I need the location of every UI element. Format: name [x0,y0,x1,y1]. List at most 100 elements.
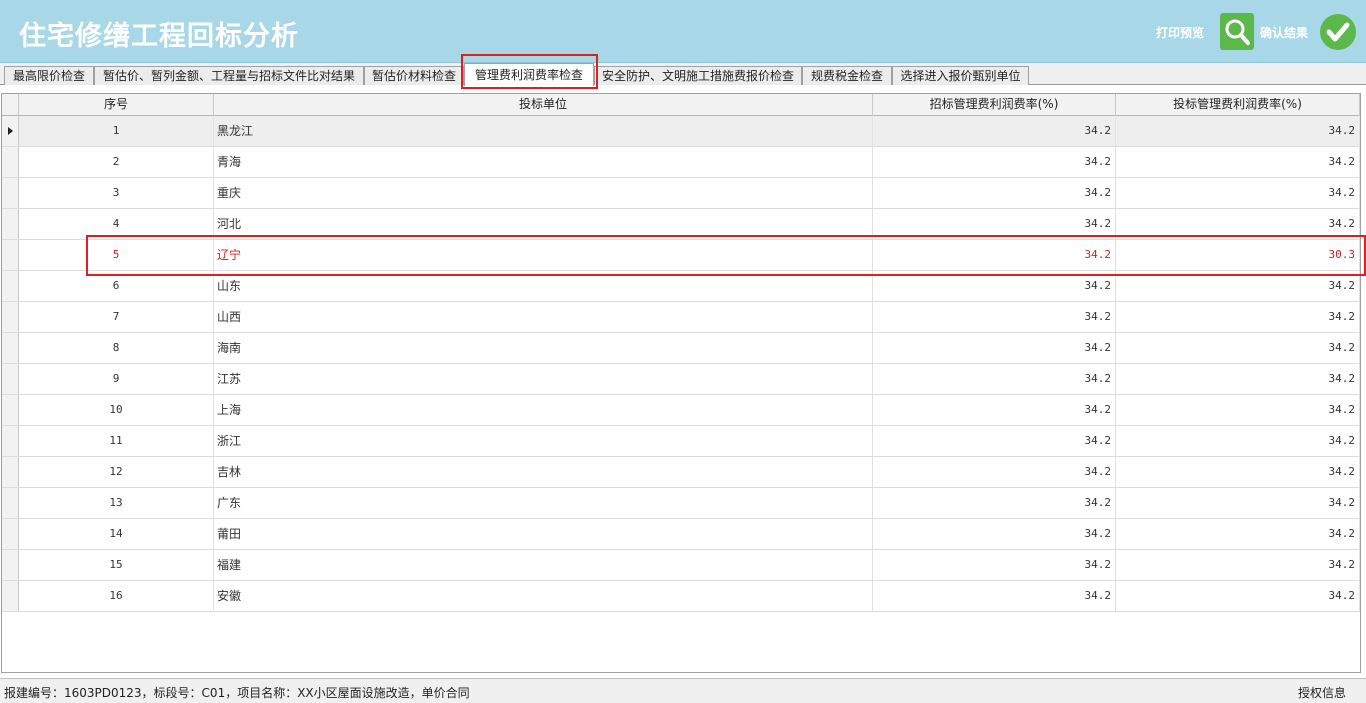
table-row[interactable]: 4 河北 34.2 34.2 [2,209,1360,240]
column-header-bidder[interactable]: 投标单位 [214,94,873,116]
table-row[interactable]: 11 浙江 34.2 34.2 [2,426,1360,457]
row-selector[interactable] [2,550,19,580]
result-grid: 序号 投标单位 招标管理费利润费率(%) 投标管理费利润费率(%) 1 黑龙江 34… [1,93,1361,673]
table-row[interactable]: 13 广东 34.2 34.2 [2,488,1360,519]
row-selector[interactable] [2,581,19,611]
grid-header: 序号 投标单位 招标管理费利润费率(%) 投标管理费利润费率(%) [2,94,1360,116]
cell-bid-rate: 34.2 [1116,457,1360,487]
table-row[interactable]: 7 山西 34.2 34.2 [2,302,1360,333]
cell-tender-rate: 34.2 [873,178,1116,208]
cell-bid-rate: 30.3 [1116,240,1360,270]
cell-bidder: 山西 [214,302,873,332]
cell-tender-rate: 34.2 [873,116,1116,146]
cell-tender-rate: 34.2 [873,240,1116,270]
cell-bid-rate: 34.2 [1116,395,1360,425]
cell-bid-rate: 34.2 [1116,333,1360,363]
search-icon[interactable] [1220,13,1254,50]
column-header-bid-rate[interactable]: 投标管理费利润费率(%) [1116,94,1360,116]
confirm-result-button[interactable]: 确认结果 [1260,24,1308,41]
table-row[interactable]: 8 海南 34.2 34.2 [2,333,1360,364]
cell-bidder: 辽宁 [214,240,873,270]
app-title: 住宅修缮工程回标分析 [19,21,299,52]
cell-bidder: 河北 [214,209,873,239]
table-row[interactable]: 9 江苏 34.2 34.2 [2,364,1360,395]
cell-bidder: 重庆 [214,178,873,208]
license-info-link[interactable]: 授权信息 [1298,684,1346,701]
cell-bid-rate: 34.2 [1116,488,1360,518]
cell-seq: 14 [19,519,214,549]
tab-bar: 最高限价检查 暂估价、暂列金额、工程量与招标文件比对结果 暂估价材料检查 管理费… [0,63,1366,86]
row-header-corner [2,94,19,116]
row-selector[interactable] [2,116,19,146]
table-row[interactable]: 1 黑龙江 34.2 34.2 [2,116,1360,147]
table-row[interactable]: 15 福建 34.2 34.2 [2,550,1360,581]
row-selector[interactable] [2,364,19,394]
table-row[interactable]: 6 山东 34.2 34.2 [2,271,1360,302]
cell-seq: 7 [19,302,214,332]
status-bar: 报建编号：1603PD0123，标段号：C01，项目名称：XX小区屋面设施改造，… [0,678,1366,703]
print-preview-button[interactable]: 打印预览 [1156,24,1204,41]
tab-safety-civilization-fee[interactable]: 安全防护、文明施工措施费报价检查 [594,66,802,85]
cell-bid-rate: 34.2 [1116,116,1360,146]
table-row[interactable]: 5 辽宁 34.2 30.3 [2,240,1360,271]
table-row[interactable]: 3 重庆 34.2 34.2 [2,178,1360,209]
row-selector[interactable] [2,178,19,208]
row-selector[interactable] [2,240,19,270]
app-header: 住宅修缮工程回标分析 打印预览 确认结果 [0,0,1366,63]
row-selector[interactable] [2,271,19,301]
cell-tender-rate: 34.2 [873,302,1116,332]
cell-seq: 8 [19,333,214,363]
cell-tender-rate: 34.2 [873,271,1116,301]
cell-tender-rate: 34.2 [873,581,1116,611]
cell-bidder: 海南 [214,333,873,363]
cell-seq: 5 [19,240,214,270]
cell-tender-rate: 34.2 [873,209,1116,239]
row-selector[interactable] [2,457,19,487]
tab-provisional-material-check[interactable]: 暂估价材料检查 [364,66,464,85]
cell-bid-rate: 34.2 [1116,271,1360,301]
table-row[interactable]: 10 上海 34.2 34.2 [2,395,1360,426]
row-selector[interactable] [2,519,19,549]
row-selector[interactable] [2,147,19,177]
cell-bidder: 莆田 [214,519,873,549]
cell-seq: 13 [19,488,214,518]
tab-select-screening-units[interactable]: 选择进入报价甄别单位 [892,66,1029,85]
table-row[interactable]: 16 安徽 34.2 34.2 [2,581,1360,612]
table-row[interactable]: 12 吉林 34.2 34.2 [2,457,1360,488]
cell-bid-rate: 34.2 [1116,209,1360,239]
tab-max-price-check[interactable]: 最高限价检查 [4,66,94,85]
table-row[interactable]: 2 青海 34.2 34.2 [2,147,1360,178]
row-selector[interactable] [2,426,19,456]
cell-seq: 2 [19,147,214,177]
cell-seq: 12 [19,457,214,487]
cell-bidder: 山东 [214,271,873,301]
project-info: 报建编号：1603PD0123，标段号：C01，项目名称：XX小区屋面设施改造，… [4,686,470,700]
cell-tender-rate: 34.2 [873,519,1116,549]
row-selector[interactable] [2,333,19,363]
column-header-tender-rate[interactable]: 招标管理费利润费率(%) [873,94,1116,116]
row-pointer-icon [8,127,13,135]
cell-bid-rate: 34.2 [1116,302,1360,332]
cell-tender-rate: 34.2 [873,395,1116,425]
column-header-seq[interactable]: 序号 [19,94,214,116]
row-selector[interactable] [2,488,19,518]
cell-seq: 6 [19,271,214,301]
cell-seq: 10 [19,395,214,425]
tab-fees-taxes-check[interactable]: 规费税金检查 [802,66,892,85]
row-selector[interactable] [2,395,19,425]
cell-seq: 3 [19,178,214,208]
check-circle-icon[interactable] [1320,14,1356,50]
cell-tender-rate: 34.2 [873,147,1116,177]
cell-seq: 4 [19,209,214,239]
cell-bidder: 安徽 [214,581,873,611]
cell-seq: 16 [19,581,214,611]
row-selector[interactable] [2,302,19,332]
tab-provisional-comparison[interactable]: 暂估价、暂列金额、工程量与招标文件比对结果 [94,66,364,85]
cell-bidder: 浙江 [214,426,873,456]
row-selector[interactable] [2,209,19,239]
table-row[interactable]: 14 莆田 34.2 34.2 [2,519,1360,550]
cell-bidder: 吉林 [214,457,873,487]
tab-management-fee-profit-rate[interactable]: 管理费利润费率检查 [464,63,594,86]
cell-bid-rate: 34.2 [1116,519,1360,549]
cell-bidder: 广东 [214,488,873,518]
